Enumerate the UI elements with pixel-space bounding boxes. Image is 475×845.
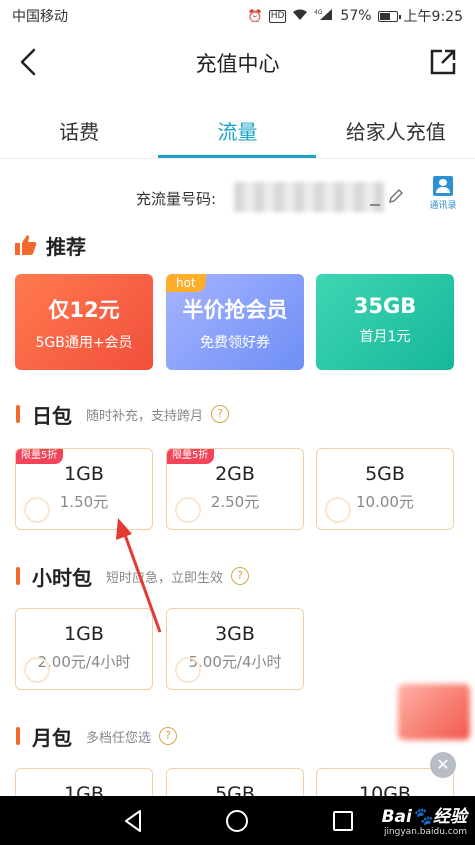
nav-home-button[interactable] [220, 804, 254, 838]
daily-package-2gb[interactable]: 限量5折 2GB 2.50元 [166, 448, 304, 530]
input-underline [370, 204, 380, 206]
carrier-label: 中国移动 [12, 9, 68, 25]
contacts-icon [433, 176, 453, 196]
status-icons: ⏰ HD 4G 57% 上午9:25 [248, 6, 463, 26]
phone-number-input[interactable] [234, 182, 384, 212]
page-title: 充值中心 [195, 52, 280, 76]
divider [0, 158, 475, 159]
discount-badge: 限量5折 [16, 449, 64, 464]
promo-main: 35GB [353, 294, 417, 318]
back-button[interactable] [14, 46, 46, 78]
tab-label: 流量 [217, 120, 258, 144]
battery-fill [379, 12, 390, 20]
watermark-url: jingyan.baidu.com [383, 827, 467, 837]
package-size: 2GB [215, 463, 255, 485]
back-chevron-icon [20, 48, 36, 76]
recommend-header: 推荐 [14, 230, 86, 260]
title-bar: 充值中心 [0, 32, 475, 94]
share-icon [430, 49, 456, 75]
help-icon[interactable]: ? [159, 727, 178, 745]
nav-recents-button[interactable] [326, 804, 360, 838]
recommend-title: 推荐 [46, 234, 86, 259]
nav-back-button[interactable] [116, 804, 150, 838]
promo-sub: 5GB通用+会员 [35, 335, 133, 351]
promo-card-12yuan[interactable]: 仅12元 5GB通用+会员 [15, 274, 153, 370]
alarm-icon: ⏰ [247, 9, 263, 23]
discount-badge: 限量5折 [167, 449, 215, 464]
tab-bar: 话费 流量 给家人充值 [0, 100, 475, 158]
sun-decoration-icon [24, 657, 50, 683]
battery-icon [377, 10, 401, 22]
contacts-button[interactable]: 通讯录 [424, 176, 462, 216]
monthly-section-header: 月包 多档任您选 ? [16, 722, 178, 750]
section-bar [16, 567, 20, 585]
close-icon[interactable]: ✕ [430, 752, 456, 778]
hourly-package-3gb[interactable]: 3GB 5.00元/4小时 [166, 608, 304, 690]
hourly-desc: 短时应急，立即生效 [106, 570, 224, 586]
hourly-title: 小时包 [32, 565, 92, 590]
daily-package-5gb[interactable]: 5GB 10.00元 [316, 448, 454, 530]
daily-title: 日包 [32, 403, 72, 428]
circle-home-icon [226, 810, 248, 832]
help-icon[interactable]: ? [231, 567, 250, 585]
help-icon[interactable]: ? [211, 405, 230, 423]
section-bar [16, 727, 20, 745]
sun-decoration-icon [325, 497, 351, 523]
share-button[interactable] [429, 48, 457, 76]
monthly-title: 月包 [32, 725, 72, 750]
clock: 上午9:25 [403, 9, 463, 25]
sun-decoration-icon [175, 497, 201, 523]
network-label: 4G [314, 9, 323, 16]
package-size: 3GB [215, 623, 255, 645]
thumbs-up-icon [15, 235, 37, 255]
phone-number-row: 充流量号码: 通讯录 [0, 168, 475, 218]
wifi-icon [292, 9, 308, 24]
tab-label: 给家人充值 [345, 120, 446, 144]
promo-card-half-price-member[interactable]: hot 半价抢会员 免费领好券 [166, 274, 304, 370]
hd-icon: HD [268, 9, 287, 23]
daily-desc: 随时补充，支持跨月 [86, 408, 204, 424]
promo-main: 仅12元 [48, 298, 120, 322]
tab-phone-bill[interactable]: 话费 [0, 100, 158, 158]
edit-icon[interactable] [388, 188, 404, 204]
package-size: 1GB [64, 463, 104, 485]
daily-section-header: 日包 随时补充，支持跨月 ? [16, 400, 230, 428]
daily-package-1gb[interactable]: 限量5折 1GB 1.50元 [15, 448, 153, 530]
baidu-watermark: Bai🐾经验 jingyan.baidu.com [382, 802, 467, 837]
tab-data[interactable]: 流量 [158, 100, 317, 158]
triangle-back-icon [125, 810, 141, 832]
hourly-section-header: 小时包 短时应急，立即生效 ? [16, 562, 250, 590]
square-recents-icon [333, 811, 353, 831]
promo-sub: 首月1元 [359, 329, 411, 345]
page: 中国移动 ⏰ HD 4G 57% 上午9:25 充值中心 话费 流量 给家人充值 [0, 0, 475, 845]
package-size: 5GB [365, 463, 405, 485]
promo-card-35gb[interactable]: 35GB 首月1元 [316, 274, 454, 370]
phone-label: 充流量号码: [136, 190, 217, 208]
status-bar: 中国移动 ⏰ HD 4G 57% 上午9:25 [0, 0, 475, 32]
floating-ad[interactable] [398, 684, 470, 740]
watermark-brand: Bai🐾经验 [381, 807, 467, 827]
tab-family-recharge[interactable]: 给家人充值 [317, 100, 475, 158]
section-bar [16, 405, 20, 423]
battery-percent: 57% [340, 8, 372, 24]
tab-label: 话费 [59, 120, 100, 144]
signal-icon: 4G [314, 8, 334, 24]
contacts-label: 通讯录 [429, 201, 457, 211]
promo-sub: 免费领好券 [200, 335, 270, 351]
sun-decoration-icon [175, 657, 201, 683]
promo-main: 半价抢会员 [182, 298, 288, 322]
sun-decoration-icon [24, 497, 50, 523]
hot-badge: hot [166, 274, 206, 292]
package-size: 1GB [64, 623, 104, 645]
hourly-package-1gb[interactable]: 1GB 2.00元/4小时 [15, 608, 153, 690]
monthly-desc: 多档任您选 [86, 730, 152, 746]
